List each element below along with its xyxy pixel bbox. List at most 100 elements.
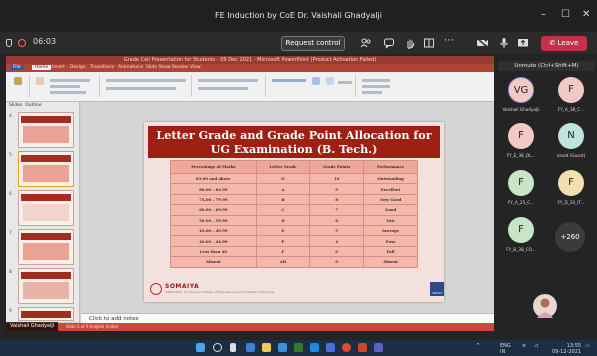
minimize-button[interactable]: –: [541, 9, 546, 20]
more-participants-button[interactable]: +260: [555, 222, 585, 252]
teams-icon[interactable]: [374, 343, 383, 352]
slide-thumbnail[interactable]: [18, 190, 74, 226]
leave-button[interactable]: ✆ Leave: [541, 36, 587, 51]
phone-icon: ✆: [549, 39, 558, 47]
new-slide-icon[interactable]: [36, 77, 44, 85]
slide-thumbnail[interactable]: [18, 229, 74, 265]
chrome-icon[interactable]: [342, 343, 351, 352]
more-icon[interactable]: ⋯: [444, 35, 454, 46]
col-letter-grade: Letter Grade: [255, 160, 311, 174]
notifications-icon[interactable]: ▭: [585, 343, 590, 349]
self-video-avatar: [533, 294, 557, 318]
camera-icon[interactable]: [476, 37, 489, 49]
slide-thumbnail[interactable]: [18, 268, 74, 304]
participant-name: FY_A_25_C...: [507, 200, 535, 205]
people-icon[interactable]: [360, 37, 372, 49]
task-view-icon[interactable]: [230, 343, 236, 352]
cell: Very Good: [363, 193, 418, 206]
maximize-button[interactable]: ☐: [561, 9, 570, 20]
participant-tile[interactable]: F FY_E_38_OL...: [498, 119, 544, 163]
participant-name: FY_A_38_C...: [557, 107, 585, 112]
ppt-menu-bar: File Home Insert Design Transitions Anim…: [6, 64, 494, 72]
cell: 45.00 – 49.99: [170, 224, 257, 237]
share-icon[interactable]: [517, 37, 529, 49]
store-icon[interactable]: [278, 343, 287, 352]
cell: 8: [309, 193, 365, 206]
paste-icon[interactable]: [14, 77, 22, 85]
windows-start-icon[interactable]: [196, 343, 205, 352]
taskbar-clock[interactable]: 13:55 09-12-2021: [552, 343, 581, 355]
notes-pane[interactable]: Click to add notes: [81, 313, 494, 323]
presenter-name-tag: Vaishali Ghadyalji: [6, 322, 59, 331]
menu-file[interactable]: File: [10, 65, 24, 70]
slide-thumbnail[interactable]: [18, 307, 74, 321]
participant-tile[interactable]: VG Vaishali Ghadyalji: [498, 73, 544, 117]
menu-design[interactable]: Design: [70, 65, 86, 70]
participant-name: ninad (Guest): [556, 153, 586, 158]
cell: C: [255, 204, 311, 216]
menu-animations[interactable]: Animations: [118, 65, 143, 70]
cell: Outstanding: [363, 172, 418, 185]
participant-tile[interactable]: F FY_B_38_CO...: [498, 213, 544, 257]
slide-thumbnail[interactable]: [18, 112, 74, 148]
wifi-icon[interactable]: ≋: [522, 343, 526, 349]
chat-icon[interactable]: [383, 37, 395, 49]
request-control-button[interactable]: Request control: [281, 36, 345, 51]
menu-home[interactable]: Home: [32, 65, 52, 70]
close-button[interactable]: ✕: [582, 9, 590, 20]
table-row: 45.00 – 49.99 E 5 Average: [170, 224, 418, 237]
mail-icon[interactable]: [326, 343, 335, 352]
grade-table: Percentage of Marks Letter Grade Grade P…: [170, 160, 418, 268]
cell: 4: [309, 235, 365, 247]
participant-tile[interactable]: N ninad (Guest): [548, 119, 594, 163]
avatar: F: [508, 217, 534, 243]
edge-icon[interactable]: [246, 343, 255, 352]
shield-icon: [6, 39, 12, 47]
search-icon[interactable]: [213, 343, 222, 352]
current-slide[interactable]: Letter Grade and Grade Point Allocation …: [144, 122, 444, 302]
arrange-icon[interactable]: [312, 77, 320, 85]
menu-review[interactable]: Review: [172, 65, 188, 70]
mic-icon[interactable]: [498, 37, 510, 49]
menu-view[interactable]: View: [190, 65, 201, 70]
excel-icon[interactable]: [294, 343, 303, 352]
participant-tile[interactable]: F FY_D_20_IT...: [548, 166, 594, 210]
file-explorer-icon[interactable]: [262, 343, 271, 352]
cell: Absent: [170, 256, 257, 268]
volume-icon[interactable]: ◁: [534, 343, 538, 349]
thumb-number: 8: [9, 270, 12, 275]
powerpoint-icon[interactable]: [358, 343, 367, 352]
taskbar-lang[interactable]: ENG IN: [500, 343, 511, 355]
tab-outline[interactable]: Outline: [25, 103, 41, 108]
avatar: F: [508, 170, 534, 196]
slide-thumbnails-pane: Slides Outline 4 5 6 7 8 9: [6, 102, 80, 322]
unmute-tooltip: Unmute (Ctrl+Shift+M): [498, 61, 595, 71]
cell: 6: [309, 214, 365, 226]
cell: Excellent: [363, 183, 418, 195]
avatar: VG: [508, 77, 534, 103]
recording-icon: [18, 39, 26, 47]
ribbon-group-editing: [358, 75, 398, 97]
participant-tile[interactable]: F FY_A_25_C...: [498, 166, 544, 210]
somaiya-emblem-icon: [150, 283, 162, 295]
rooms-icon[interactable]: [423, 37, 435, 49]
ppt-title-bar: Grade Cell Presentation for Students - 0…: [6, 56, 494, 64]
participant-tile[interactable]: F FY_A_38_C...: [548, 73, 594, 117]
teams-meeting-window: FE Induction by CoE Dr. Vaishali Ghadyal…: [0, 0, 597, 356]
menu-slideshow[interactable]: Slide Show: [146, 65, 171, 70]
cell: 60.00 – 69.99: [170, 204, 257, 216]
cell: Fail: [363, 245, 418, 258]
col-grade-points: Grade Points: [309, 160, 365, 174]
menu-transitions[interactable]: Transitions: [90, 65, 114, 70]
cell: 80.00 – 84.99: [170, 183, 257, 195]
participant-name: FY_D_20_IT...: [557, 200, 585, 205]
tray-arrow-icon[interactable]: ^: [476, 343, 480, 349]
menu-insert[interactable]: Insert: [52, 65, 65, 70]
tab-slides[interactable]: Slides: [9, 103, 22, 108]
raise-hand-icon[interactable]: [404, 37, 416, 49]
cell: 10: [309, 172, 365, 185]
quick-styles-icon[interactable]: [326, 77, 334, 85]
cell: D: [255, 214, 311, 226]
word-icon[interactable]: [310, 343, 319, 352]
slide-thumbnail-selected[interactable]: [18, 151, 74, 187]
